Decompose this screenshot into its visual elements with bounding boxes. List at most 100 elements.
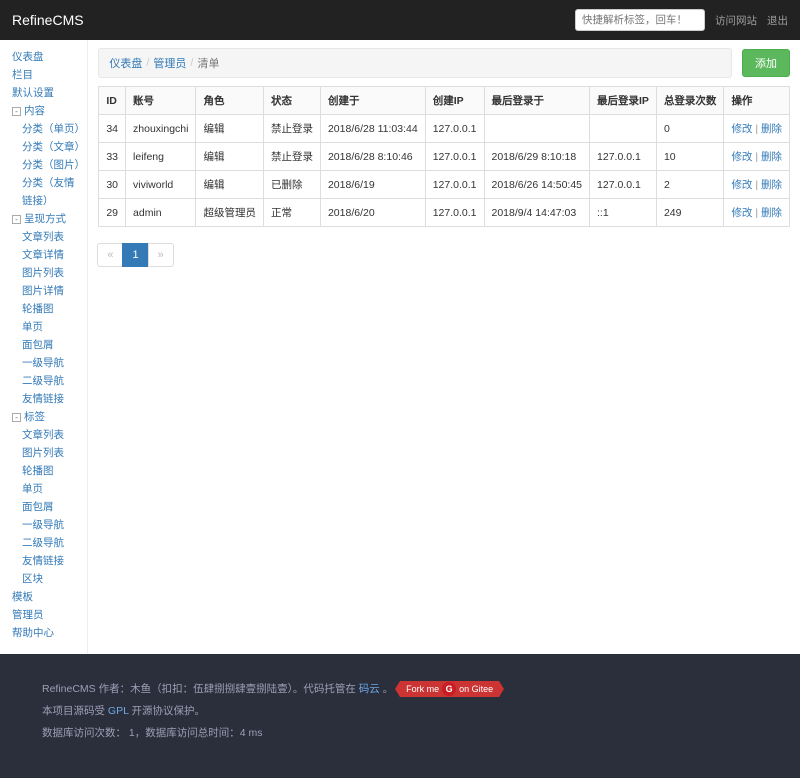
ribbon-right: on Gitee (459, 678, 493, 700)
cell-lip: 127.0.0.1 (590, 143, 657, 171)
sidebar-item[interactable]: 二级导航 (22, 375, 64, 387)
col-header: 最后登录IP (590, 87, 657, 115)
logout-link[interactable]: 退出 (767, 13, 788, 28)
add-button[interactable]: 添加 (742, 49, 790, 77)
sidebar-item[interactable]: 仪表盘 (12, 51, 44, 63)
page-1[interactable]: 1 (122, 243, 148, 267)
cell-role: 编辑 (196, 115, 264, 143)
sidebar-item[interactable]: 分类（文章） (22, 141, 85, 153)
sidebar-item[interactable]: 分类（单页） (22, 123, 85, 135)
edit-link[interactable]: 修改 (731, 207, 752, 219)
sidebar-item[interactable]: 面包屑 (22, 339, 54, 351)
page-prev[interactable]: « (97, 243, 123, 267)
breadcrumb-admin[interactable]: 管理员 (153, 55, 186, 71)
tree-toggle[interactable]: - (12, 107, 21, 116)
cell-created: 2018/6/19 (320, 171, 425, 199)
cell-count: 0 (656, 115, 724, 143)
cell-account: zhouxingchi (126, 115, 196, 143)
sidebar-item[interactable]: 单页 (22, 483, 43, 495)
table-row: 29admin超级管理员正常2018/6/20127.0.0.12018/9/4… (99, 199, 790, 227)
col-header: ID (99, 87, 126, 115)
footer-text-2b: 开源协议保护。 (131, 705, 205, 717)
tree-toggle[interactable]: - (12, 215, 21, 224)
sidebar-item[interactable]: 标签 (24, 411, 45, 423)
cell-account: leifeng (126, 143, 196, 171)
cell-account: viviworld (126, 171, 196, 199)
sidebar-item[interactable]: 栏目 (12, 69, 33, 81)
tree-toggle[interactable]: - (12, 413, 21, 422)
brand: RefineCMS (12, 12, 84, 28)
cell-status: 禁止登录 (263, 143, 320, 171)
cell-count: 249 (656, 199, 724, 227)
breadcrumb-current: 清单 (197, 55, 219, 71)
sidebar-item[interactable]: 二级导航 (22, 537, 64, 549)
sidebar-item[interactable]: 轮播图 (22, 303, 54, 315)
footer-text-2a: 本项目源码受 (42, 705, 108, 717)
topbar-right: 访问网站 退出 (575, 9, 788, 31)
sidebar-item[interactable]: 友情链接 (22, 393, 64, 405)
cell-lip (590, 115, 657, 143)
footer: RefineCMS 作者：木鱼（扣扣：伍肆捌捌肆壹捌陆壹）。代码托管在 码云 。… (0, 654, 800, 778)
delete-link[interactable]: 删除 (761, 151, 782, 163)
sidebar-item[interactable]: 单页 (22, 321, 43, 333)
cell-ops: 修改 | 删除 (724, 143, 790, 171)
sidebar-item[interactable]: 内容 (24, 105, 45, 117)
sidebar-item[interactable]: 一级导航 (22, 519, 64, 531)
table-row: 30viviworld编辑已删除2018/6/19127.0.0.12018/6… (99, 171, 790, 199)
breadcrumb: 仪表盘 / 管理员 / 清单 (98, 48, 732, 78)
edit-link[interactable]: 修改 (731, 123, 752, 135)
sidebar-item[interactable]: 图片列表 (22, 267, 64, 279)
sidebar-item[interactable]: 文章列表 (22, 429, 64, 441)
sidebar-item[interactable]: 默认设置 (12, 87, 54, 99)
cell-ops: 修改 | 删除 (724, 115, 790, 143)
edit-link[interactable]: 修改 (731, 179, 752, 191)
pagination: « 1 » (98, 243, 790, 267)
sidebar-item[interactable]: 分类（图片） (22, 159, 85, 171)
sidebar-item[interactable]: 区块 (22, 573, 43, 585)
delete-link[interactable]: 删除 (761, 123, 782, 135)
footer-gitee-link[interactable]: 码云 (359, 683, 380, 695)
sidebar-item[interactable]: 友情链接 (22, 555, 64, 567)
visit-site-link[interactable]: 访问网站 (715, 13, 757, 28)
cell-id: 34 (99, 115, 126, 143)
sidebar-item[interactable]: 文章详情 (22, 249, 64, 261)
sidebar-item[interactable]: 面包屑 (22, 501, 54, 513)
cell-cip: 127.0.0.1 (425, 143, 484, 171)
sidebar-item[interactable]: 文章列表 (22, 231, 64, 243)
cell-id: 29 (99, 199, 126, 227)
search-input[interactable] (575, 9, 705, 31)
footer-text-1a: RefineCMS 作者：木鱼（扣扣：伍肆捌捌肆壹捌陆壹）。代码托管在 (42, 683, 356, 695)
cell-status: 已删除 (263, 171, 320, 199)
sidebar-item[interactable]: 分类（友情链接） (22, 177, 75, 207)
col-header: 账号 (126, 87, 196, 115)
sidebar-item[interactable]: 呈现方式 (24, 213, 66, 225)
edit-link[interactable]: 修改 (731, 151, 752, 163)
col-header: 最后登录于 (484, 87, 590, 115)
table-row: 33leifeng编辑禁止登录2018/6/28 8:10:46127.0.0.… (99, 143, 790, 171)
cell-created: 2018/6/20 (320, 199, 425, 227)
ribbon-left: Fork me (406, 678, 439, 700)
delete-link[interactable]: 删除 (761, 207, 782, 219)
cell-role: 编辑 (196, 171, 264, 199)
delete-link[interactable]: 删除 (761, 179, 782, 191)
cell-created: 2018/6/28 8:10:46 (320, 143, 425, 171)
topbar: RefineCMS 访问网站 退出 (0, 0, 800, 40)
sidebar-item[interactable]: 帮助中心 (12, 627, 54, 639)
sidebar-item[interactable]: 轮播图 (22, 465, 54, 477)
cell-ops: 修改 | 删除 (724, 199, 790, 227)
cell-cip: 127.0.0.1 (425, 115, 484, 143)
sidebar-item[interactable]: 图片列表 (22, 447, 64, 459)
cell-last: 2018/6/29 8:10:18 (484, 143, 590, 171)
gitee-ribbon[interactable]: Fork me G on Gitee (400, 681, 499, 697)
cell-status: 禁止登录 (263, 115, 320, 143)
sidebar-item[interactable]: 模板 (12, 591, 33, 603)
sidebar-item[interactable]: 一级导航 (22, 357, 64, 369)
page-next[interactable]: » (148, 243, 174, 267)
cell-id: 30 (99, 171, 126, 199)
footer-gpl-link[interactable]: GPL (108, 705, 129, 717)
content: 仪表盘 / 管理员 / 清单 添加 ID账号角色状态创建于创建IP最后登录于最后… (88, 40, 800, 654)
cell-lip: ::1 (590, 199, 657, 227)
sidebar-item[interactable]: 图片详情 (22, 285, 64, 297)
sidebar-item[interactable]: 管理员 (12, 609, 44, 621)
breadcrumb-dashboard[interactable]: 仪表盘 (109, 55, 142, 71)
